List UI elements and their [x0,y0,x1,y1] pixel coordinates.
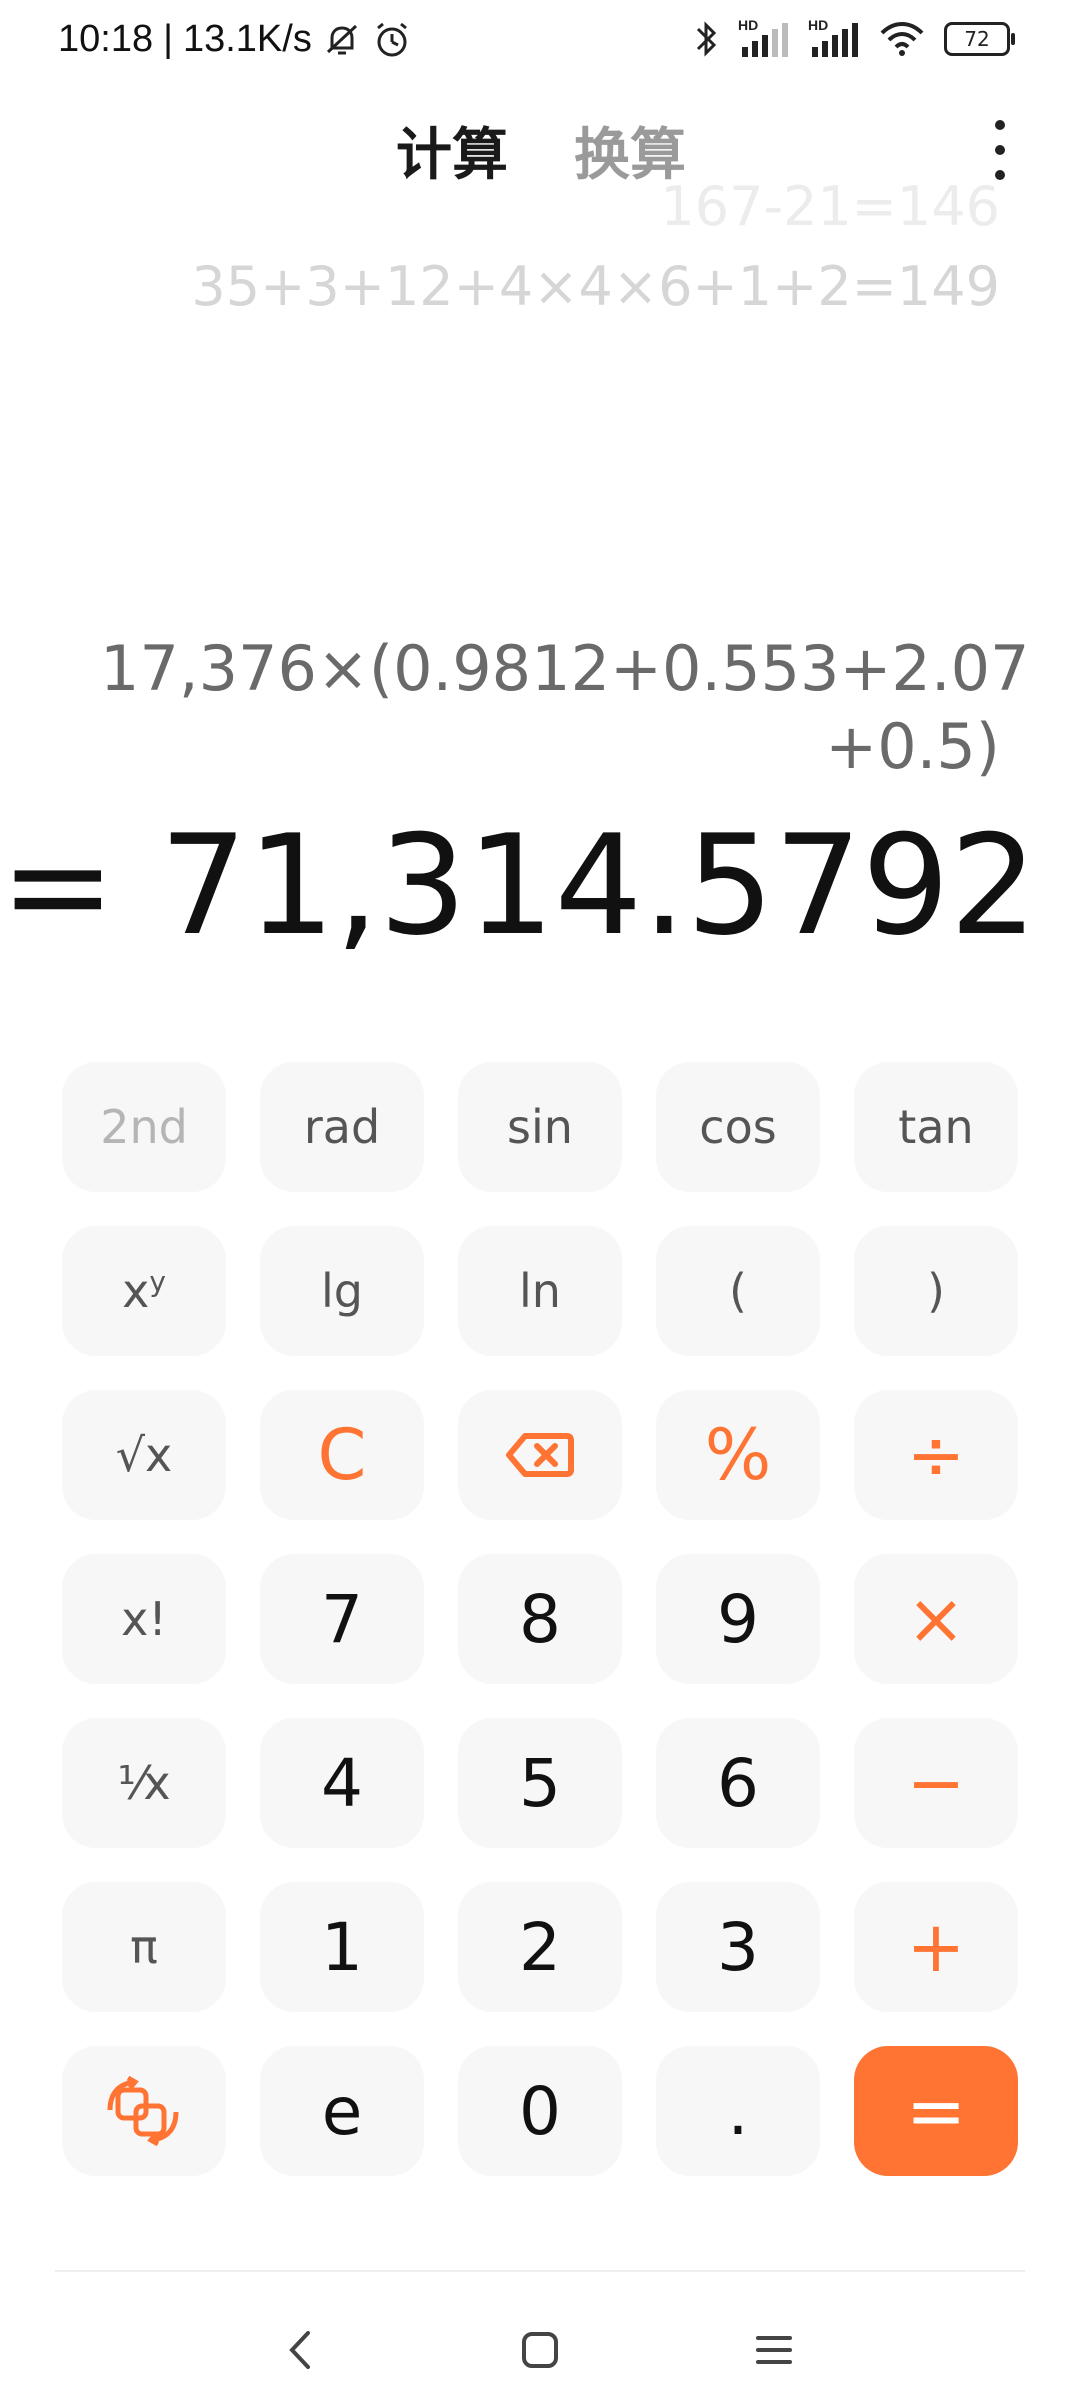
key-0[interactable]: 0 [458,2046,622,2176]
key-pi[interactable]: π [62,1882,226,2012]
expression-line: +0.5) [825,710,1000,783]
key-backspace[interactable] [458,1390,622,1520]
key-power[interactable]: xy [62,1226,226,1356]
keypad: 2nd rad sin cos tan xy lg ln ( ) √x C % … [62,1062,1022,2176]
key-right-paren[interactable]: ) [854,1226,1018,1356]
key-4[interactable]: 4 [260,1718,424,1848]
history-item[interactable]: 35+3+12+4×4×6+1+2=149 [40,255,1000,318]
key-sin[interactable]: sin [458,1062,622,1192]
menu-icon [756,2336,792,2364]
more-dot [995,120,1005,130]
key-rad[interactable]: rad [260,1062,424,1192]
key-clear[interactable]: C [260,1390,424,1520]
key-9[interactable]: 9 [656,1554,820,1684]
key-dot[interactable]: . [656,2046,820,2176]
key-percent[interactable]: % [656,1390,820,1520]
key-switch-mode[interactable] [62,2046,226,2176]
alarm-icon [376,22,407,56]
status-separator: | [163,18,173,60]
key-equals[interactable]: = [854,2046,1018,2176]
key-2nd[interactable]: 2nd [62,1062,226,1192]
bluetooth-icon [696,21,717,57]
key-2[interactable]: 2 [458,1882,622,2012]
key-1[interactable]: 1 [260,1882,424,2012]
key-5[interactable]: 5 [458,1718,622,1848]
history-item[interactable]: 167-21=146 [40,175,1000,235]
result-display: = 71,314.5792 [0,805,1038,966]
backspace-icon [506,1433,574,1477]
key-multiply[interactable]: × [854,1554,1018,1684]
signal-1: HD [738,17,790,59]
nav-menu-button[interactable] [744,2320,804,2380]
key-6[interactable]: 6 [656,1718,820,1848]
wifi-icon [880,22,924,56]
key-divide[interactable]: ÷ [854,1390,1018,1520]
history-list[interactable]: 167-21=146 35+3+12+4×4×6+1+2=149 [40,175,1000,318]
key-8[interactable]: 8 [458,1554,622,1684]
more-vertical-icon[interactable] [980,120,1020,180]
navigation-bar [0,2290,1080,2400]
divider [55,2270,1025,2272]
home-icon [522,2332,558,2368]
power-base: x [122,1264,150,1318]
back-icon [289,2331,310,2369]
key-reciprocal[interactable]: ¹⁄x [62,1718,226,1848]
status-bar: 10:18 | 13.1K/s HD HD 72 [0,0,1080,80]
expression-display: 17,376×(0.9812+0.553+2.07 +0.5) [100,630,1030,786]
key-minus[interactable]: − [854,1718,1018,1848]
signal-2: HD [808,17,860,59]
more-dot [995,145,1005,155]
key-7[interactable]: 7 [260,1554,424,1684]
key-sqrt[interactable]: √x [62,1390,226,1520]
power-exponent: y [149,1264,166,1298]
nav-back-button[interactable] [270,2320,330,2380]
switch-mode-icon [107,2076,179,2146]
key-lg[interactable]: lg [260,1226,424,1356]
key-factorial[interactable]: x! [62,1554,226,1684]
key-cos[interactable]: cos [656,1062,820,1192]
key-3[interactable]: 3 [656,1882,820,2012]
key-e[interactable]: e [260,2046,424,2176]
status-right: HD HD 72 [694,17,1015,60]
key-plus[interactable]: + [854,1882,1018,2012]
key-tan[interactable]: tan [854,1062,1018,1192]
mute-bell-icon [326,24,357,54]
key-ln[interactable]: ln [458,1226,622,1356]
cell-signal-icon [812,23,858,57]
status-time: 10:18 [58,18,154,60]
battery-icon: 72 [944,22,1015,56]
expression-line: 17,376×(0.9812+0.553+2.07 [100,632,1030,705]
status-left: 10:18 | 13.1K/s [58,18,412,61]
nav-home-button[interactable] [510,2320,570,2380]
network-speed: 13.1K/s [182,18,312,60]
key-left-paren[interactable]: ( [656,1226,820,1356]
cell-signal-icon [742,23,788,57]
